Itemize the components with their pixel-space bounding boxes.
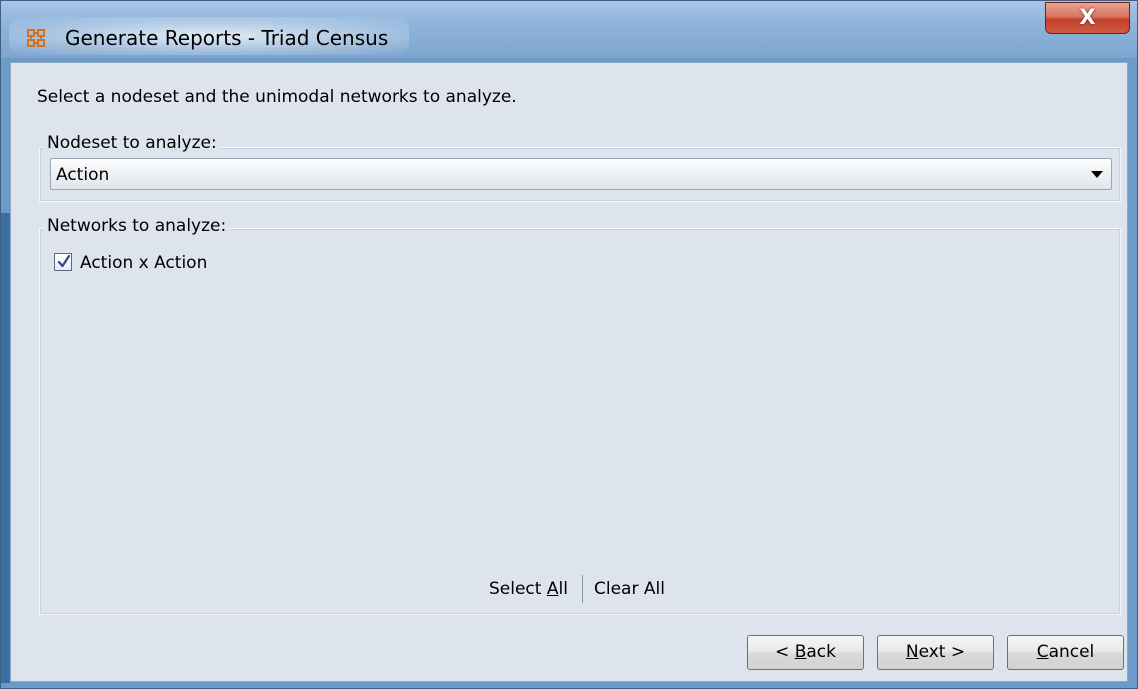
select-all-mnemonic: A bbox=[546, 579, 559, 599]
next-button[interactable]: Next > bbox=[877, 635, 994, 670]
select-all-link[interactable]: Select All bbox=[489, 579, 568, 599]
next-mnemonic: N bbox=[905, 642, 919, 662]
back-text-pre: < bbox=[775, 642, 795, 662]
next-text-post: ext > bbox=[918, 642, 966, 662]
network-grid-icon[interactable] bbox=[27, 29, 45, 47]
nodeset-selected-value: Action bbox=[56, 165, 110, 185]
clear-all-link[interactable]: Clear All bbox=[594, 579, 665, 599]
cancel-mnemonic: C bbox=[1036, 642, 1049, 662]
network-checkbox-action-x-action[interactable] bbox=[54, 253, 72, 271]
dialog-window: Generate Reports - Triad Census X Select… bbox=[0, 0, 1138, 689]
cancel-text-post: ancel bbox=[1048, 642, 1095, 662]
checkmark-icon bbox=[57, 254, 71, 268]
select-all-text-pre: Select bbox=[489, 579, 547, 599]
nodeset-label: Nodeset to analyze: bbox=[45, 133, 220, 153]
dialog-content: Select a nodeset and the unimodal networ… bbox=[10, 62, 1128, 682]
network-label[interactable]: Action x Action bbox=[80, 253, 207, 273]
nodeset-dropdown[interactable]: Action bbox=[50, 158, 1112, 190]
back-mnemonic: B bbox=[794, 642, 807, 662]
link-divider bbox=[582, 575, 583, 603]
chevron-down-icon bbox=[1091, 171, 1103, 178]
back-text-post: ack bbox=[806, 642, 836, 662]
window-title: Generate Reports - Triad Census bbox=[65, 26, 389, 50]
instructions-text: Select a nodeset and the unimodal networ… bbox=[37, 87, 517, 107]
networks-group bbox=[39, 228, 1121, 615]
close-button[interactable]: X bbox=[1045, 2, 1130, 34]
close-icon: X bbox=[1079, 5, 1096, 29]
select-all-text-post: ll bbox=[558, 579, 568, 599]
title-bar[interactable]: Generate Reports - Triad Census X bbox=[1, 1, 1137, 58]
networks-label: Networks to analyze: bbox=[45, 216, 230, 236]
cancel-button[interactable]: Cancel bbox=[1007, 635, 1124, 670]
back-button[interactable]: < Back bbox=[747, 635, 864, 670]
window-left-accent bbox=[1, 213, 10, 683]
